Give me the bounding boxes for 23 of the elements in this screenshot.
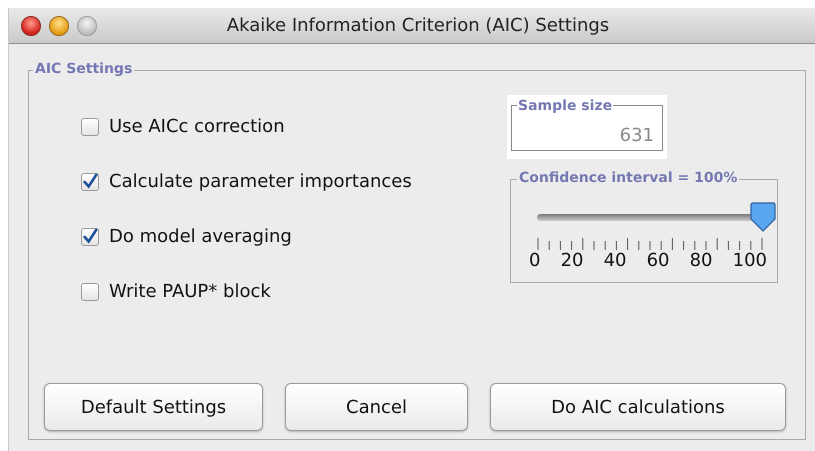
checkbox[interactable] (81, 282, 99, 300)
checkbox-label[interactable]: Write PAUP* block (109, 281, 271, 302)
group-title: AIC Settings (33, 61, 134, 77)
checkbox[interactable] (81, 118, 99, 136)
tick-label: 20 (560, 250, 584, 271)
tick-label: 60 (646, 250, 670, 271)
dialog-button[interactable]: Default Settings (44, 383, 263, 431)
checkbox[interactable] (81, 172, 99, 190)
dialog-button[interactable]: Cancel (285, 383, 468, 431)
checkbox-label[interactable]: Use AICc correction (109, 116, 285, 137)
window-title: Akaike Information Criterion (AIC) Settings (226, 15, 610, 36)
checkbox-label[interactable]: Calculate parameter importances (109, 171, 412, 192)
tick-label: 80 (690, 250, 713, 271)
checkbox[interactable] (81, 228, 99, 246)
dialog-button[interactable]: Do AIC calculations (490, 383, 786, 431)
tick-label: 40 (604, 250, 626, 271)
tick-label: 0 (529, 250, 540, 271)
close-icon[interactable] (21, 16, 41, 36)
slider-thumb[interactable] (750, 202, 776, 232)
checkbox-label[interactable]: Do model averaging (109, 226, 292, 247)
field-title: Sample size (517, 98, 614, 114)
minimize-icon[interactable] (49, 16, 69, 36)
tick-label: 100 (732, 250, 767, 271)
